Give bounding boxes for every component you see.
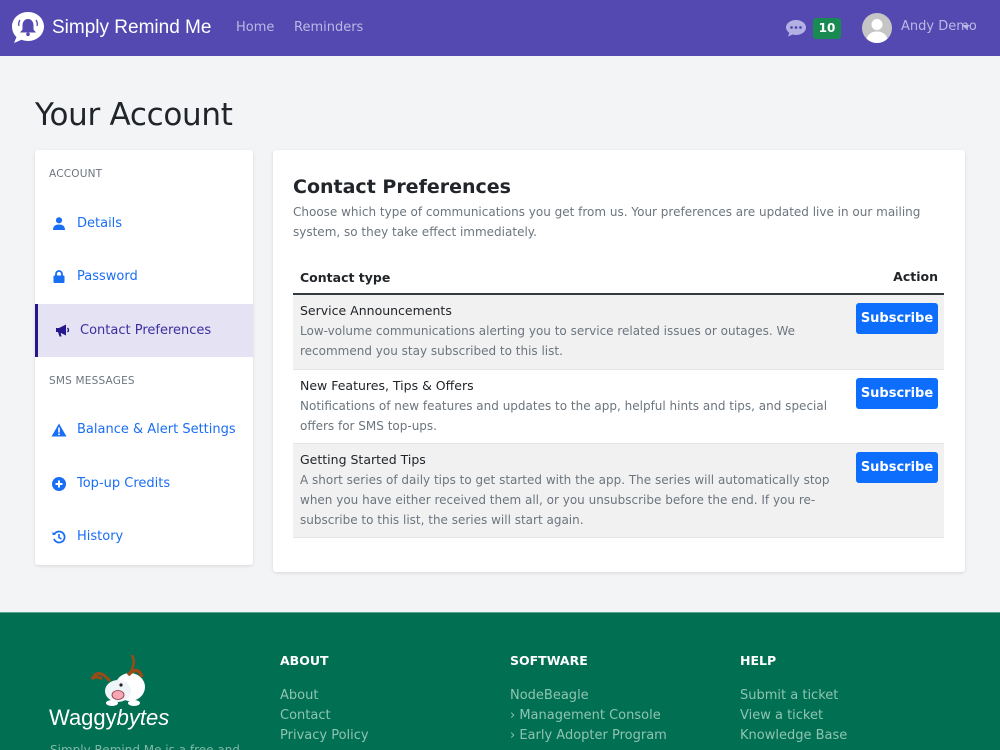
column-header-action: Action (893, 269, 938, 284)
footer-heading: SOFTWARE (510, 653, 588, 668)
row-description: Notifications of new features and update… (300, 399, 828, 433)
megaphone-icon (54, 323, 70, 339)
sidebar-item-label: Top-up Credits (77, 476, 171, 491)
sidebar-item-details[interactable]: Details (35, 197, 253, 250)
footer-link-about[interactable]: About (280, 686, 369, 706)
footer-heading: ABOUT (280, 653, 329, 668)
plus-circle-icon (51, 476, 67, 492)
sidebar-item-label: Details (77, 216, 123, 231)
sidebar-item-balance-alerts[interactable]: Balance & Alert Settings (35, 403, 253, 456)
warning-icon (51, 422, 67, 438)
contact-preferences-card: Contact Preferences Choose which type of… (273, 150, 965, 572)
chat-bubble-icon[interactable] (785, 19, 807, 37)
brand-link[interactable]: Simply Remind Me (10, 10, 211, 46)
footer-column-software: SOFTWARE NodeBeagle › Management Console… (510, 653, 667, 746)
footer-tagline: Simply Remind Me is a free and (50, 743, 240, 750)
subscribe-button[interactable]: Subscribe (856, 303, 938, 334)
sidebar-item-contact-preferences[interactable]: Contact Preferences (35, 304, 253, 357)
footer-brand-italic: bytes (116, 705, 170, 730)
table-row: New Features, Tips & Offers Notification… (293, 370, 944, 444)
user-silhouette-icon (866, 19, 888, 43)
sidebar-item-label: Contact Preferences (80, 323, 212, 338)
contact-preferences-table: Contact type Action Service Announcement… (293, 260, 944, 538)
footer-column-help: HELP Submit a ticket View a ticket Knowl… (740, 653, 847, 746)
brand-name: Simply Remind Me (52, 17, 212, 38)
footer-brand[interactable]: Waggybytes (49, 705, 169, 731)
table-row: Service Announcements Low-volume communi… (293, 295, 944, 370)
footer-link-early-adopter[interactable]: › Early Adopter Program (510, 726, 667, 746)
column-header-contact-type: Contact type (300, 270, 391, 285)
footer-link-contact[interactable]: Contact (280, 706, 369, 726)
user-icon (51, 216, 67, 232)
footer-link-management-console[interactable]: › Management Console (510, 706, 667, 726)
row-description: A short series of daily tips to get star… (300, 473, 830, 527)
nav-link-reminders[interactable]: Reminders (294, 20, 363, 35)
footer-link-nodebeagle[interactable]: NodeBeagle (510, 686, 667, 706)
sidebar-item-label: History (77, 529, 124, 544)
footer-heading: HELP (740, 653, 777, 668)
nav-link-home[interactable]: Home (236, 20, 274, 35)
sidebar-item-label: Balance & Alert Settings (77, 422, 236, 437)
row-title: Getting Started Tips (300, 452, 426, 467)
page-title: Your Account (35, 97, 233, 133)
footer-link-knowledge-base[interactable]: Knowledge Base (740, 726, 847, 746)
table-row: Getting Started Tips A short series of d… (293, 444, 944, 538)
top-navbar: Simply Remind Me Home Reminders 10 Andy … (0, 0, 1000, 56)
footer-link-view-ticket[interactable]: View a ticket (740, 706, 847, 726)
sidebar-heading-sms: SMS MESSAGES (49, 375, 135, 387)
card-title: Contact Preferences (293, 176, 511, 198)
avatar[interactable] (862, 13, 892, 43)
row-title: New Features, Tips & Offers (300, 378, 474, 393)
site-footer: Waggybytes Simply Remind Me is a free an… (0, 612, 1000, 750)
chevron-down-icon[interactable] (962, 25, 970, 29)
lock-icon (51, 269, 67, 285)
sidebar-item-label: Password (77, 269, 138, 284)
table-header: Contact type Action (293, 260, 944, 295)
sidebar-heading-account: ACCOUNT (49, 168, 103, 180)
row-description: Low-volume communications alerting you t… (300, 324, 796, 358)
sidebar-item-top-up-credits[interactable]: Top-up Credits (35, 457, 253, 510)
history-icon (51, 529, 67, 545)
row-title: Service Announcements (300, 303, 452, 318)
footer-link-privacy-policy[interactable]: Privacy Policy (280, 726, 369, 746)
footer-link-submit-ticket[interactable]: Submit a ticket (740, 686, 847, 706)
subscribe-button[interactable]: Subscribe (856, 378, 938, 409)
bell-chat-logo-icon (12, 12, 44, 43)
footer-brand-plain: Waggy (49, 705, 117, 730)
footer-column-about: ABOUT About Contact Privacy Policy (280, 653, 369, 746)
account-sidebar: ACCOUNT Details Password Contact Prefere… (35, 150, 253, 565)
sidebar-item-history[interactable]: History (35, 510, 253, 563)
sidebar-item-password[interactable]: Password (35, 250, 253, 303)
card-description: Choose which type of communications you … (293, 205, 921, 239)
subscribe-button[interactable]: Subscribe (856, 452, 938, 483)
message-count-badge[interactable]: 10 (813, 18, 841, 39)
